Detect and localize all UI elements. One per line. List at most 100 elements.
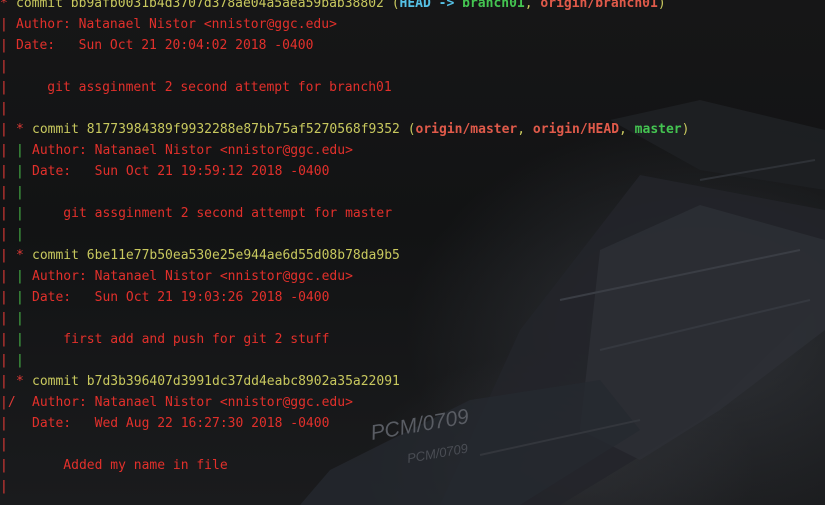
ref-remote-branch: origin/HEAD [532,122,620,137]
commit-hash: commit b7d3b396407d3991dc37dd4eabc8902a3… [32,374,400,389]
log-line: |/ Author: Natanael Nistor <nnistor@ggc.… [0,392,825,413]
graph-column: | [16,269,32,284]
commit-author: Author: Natanael Nistor <nnistor@ggc.edu… [32,143,353,158]
ref-local-branch: master [634,122,682,137]
log-line: | | [0,224,825,245]
graph-column [16,413,32,434]
log-line: | [0,98,825,119]
graph-column: |/ [0,395,16,410]
graph-column: | [0,248,16,263]
graph-column: | [0,416,16,431]
graph-column: * [16,248,32,263]
log-line: | [0,476,825,497]
graph-column: | [0,374,16,389]
log-line: | Date: Wed Aug 22 16:27:30 2018 -0400 [0,413,825,434]
commit-date: Date: Wed Aug 22 16:27:30 2018 -0400 [32,416,330,431]
graph-column: | [16,311,32,326]
graph-column: | [0,206,16,221]
log-line: | Author: Natanael Nistor <nnistor@ggc.e… [0,14,825,35]
log-line: | * commit 81773984389f9932288e87bb75af5… [0,119,825,140]
commit-hash: commit 6be11e77b50ea530e25e944ae6d55d08b… [32,248,400,263]
graph-column: | [16,206,32,221]
graph-column: | [0,227,16,242]
log-line: | * commit b7d3b396407d3991dc37dd4eabc89… [0,371,825,392]
commit-message: git assginment 2 second attempt for mast… [32,206,393,221]
graph-column [16,455,32,476]
log-line: | | Date: Sun Oct 21 19:59:12 2018 -0400 [0,161,825,182]
graph-column: | [16,164,32,179]
graph-column: | [0,101,16,116]
log-line: | | first add and push for git 2 stuff [0,329,825,350]
log-line: | | [0,182,825,203]
commit-date: Date: Sun Oct 21 19:03:26 2018 -0400 [32,290,330,305]
git-log-output: * commit bb9afb0031b4d3707d378ae04a5aea5… [0,0,825,497]
log-line: | * commit 6be11e77b50ea530e25e944ae6d55… [0,245,825,266]
terminal-window[interactable]: PCM/0709 PCM/0709 * commit bb9afb0031b4d… [0,0,825,505]
commit-message: git assginment 2 second attempt for bran… [16,80,392,95]
log-line: | | Author: Natanael Nistor <nnistor@ggc… [0,266,825,287]
commit-author: Author: Natanael Nistor <nnistor@ggc.edu… [32,269,353,284]
refs-paren: ) [657,0,666,11]
commit-hash: commit bb9afb0031b4d3707d378ae04a5aea59b… [16,0,392,11]
graph-column: | [16,290,32,305]
commit-refs: (origin/master, origin/HEAD, master) [408,122,690,137]
log-line: * commit bb9afb0031b4d3707d378ae04a5aea5… [0,0,825,14]
graph-column [16,392,32,413]
commit-author: Author: Natanael Nistor <nnistor@ggc.edu… [32,395,353,410]
commit-hash: commit 81773984389f9932288e87bb75af52705… [32,122,408,137]
graph-column: | [0,311,16,326]
commit-author: Author: Natanael Nistor <nnistor@ggc.edu… [16,17,337,32]
graph-column: | [0,59,16,74]
graph-column: * [0,0,16,11]
ref-remote-branch: origin/branch01 [540,0,658,11]
ref-local-branch: branch01 [462,0,525,11]
graph-column: | [16,353,32,368]
commit-date: Date: Sun Oct 21 19:59:12 2018 -0400 [32,164,330,179]
commit-message: Added my name in file [32,458,228,473]
log-line: | | [0,308,825,329]
graph-column: | [0,185,16,200]
graph-column: | [0,290,16,305]
commit-date: Date: Sun Oct 21 20:04:02 2018 -0400 [16,38,314,53]
graph-column: | [0,479,16,494]
graph-column: | [0,143,16,158]
log-line: | Date: Sun Oct 21 20:04:02 2018 -0400 [0,35,825,56]
ref-remote-branch: origin/master [415,122,518,137]
refs-separator: , [517,122,533,137]
refs-paren: ( [391,0,400,11]
graph-column [16,476,32,497]
graph-column: | [0,437,16,452]
graph-column: | [16,332,32,347]
refs-separator: , [619,122,635,137]
graph-column: | [16,143,32,158]
graph-column: | [0,17,16,32]
ref-head: HEAD [399,0,431,11]
commit-refs: (HEAD -> branch01, origin/branch01) [392,0,666,11]
commit-message: first add and push for git 2 stuff [32,332,330,347]
log-line: | | Author: Natanael Nistor <nnistor@ggc… [0,140,825,161]
graph-column: | [0,80,16,95]
log-line: | [0,56,825,77]
graph-column [16,434,32,455]
log-line: | | git assginment 2 second attempt for … [0,203,825,224]
ref-arrow: -> [430,0,463,11]
graph-column: | [16,227,32,242]
graph-column: | [0,164,16,179]
graph-column: | [16,185,32,200]
graph-column: | [0,353,16,368]
refs-separator: , [524,0,541,11]
log-line: | Added my name in file [0,455,825,476]
refs-paren: ) [681,122,690,137]
log-line: | | [0,350,825,371]
graph-column: | [0,122,16,137]
refs-paren: ( [407,122,416,137]
log-line: | [0,434,825,455]
graph-column: | [0,332,16,347]
graph-column: | [0,269,16,284]
log-line: | git assginment 2 second attempt for br… [0,77,825,98]
log-line: | | Date: Sun Oct 21 19:03:26 2018 -0400 [0,287,825,308]
graph-column: * [16,374,32,389]
graph-column: * [16,122,32,137]
graph-column: | [0,38,16,53]
graph-column: | [0,458,16,473]
